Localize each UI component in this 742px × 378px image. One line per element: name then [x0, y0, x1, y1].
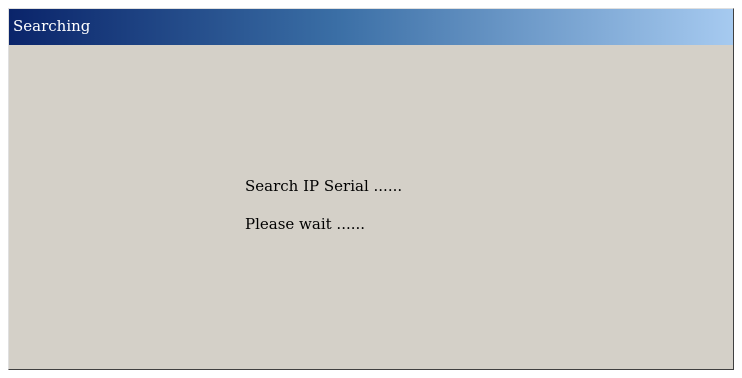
searching-dialog-window: Searching Search IP Serial ...... Please…: [8, 8, 734, 370]
search-status-message: Search IP Serial ......: [245, 177, 403, 195]
please-wait-message: Please wait ......: [245, 215, 366, 233]
title-bar[interactable]: Searching: [9, 9, 733, 45]
window-title: Searching: [13, 17, 91, 35]
dialog-content: Search IP Serial ...... Please wait ....…: [9, 45, 733, 369]
